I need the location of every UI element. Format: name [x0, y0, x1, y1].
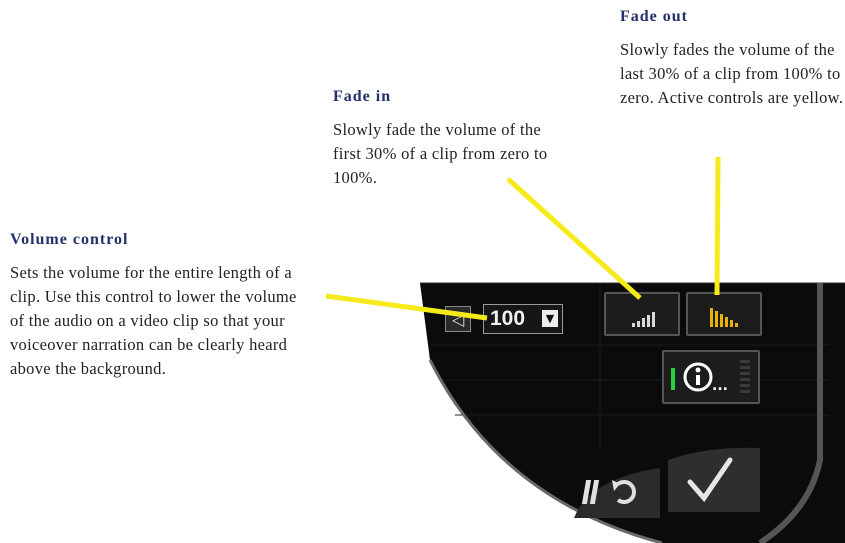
fade-out-pointer-line [714, 156, 721, 296]
pointer-lines [325, 156, 721, 321]
volume-pointer-line [325, 293, 488, 321]
fade-in-pointer-line [506, 177, 642, 300]
